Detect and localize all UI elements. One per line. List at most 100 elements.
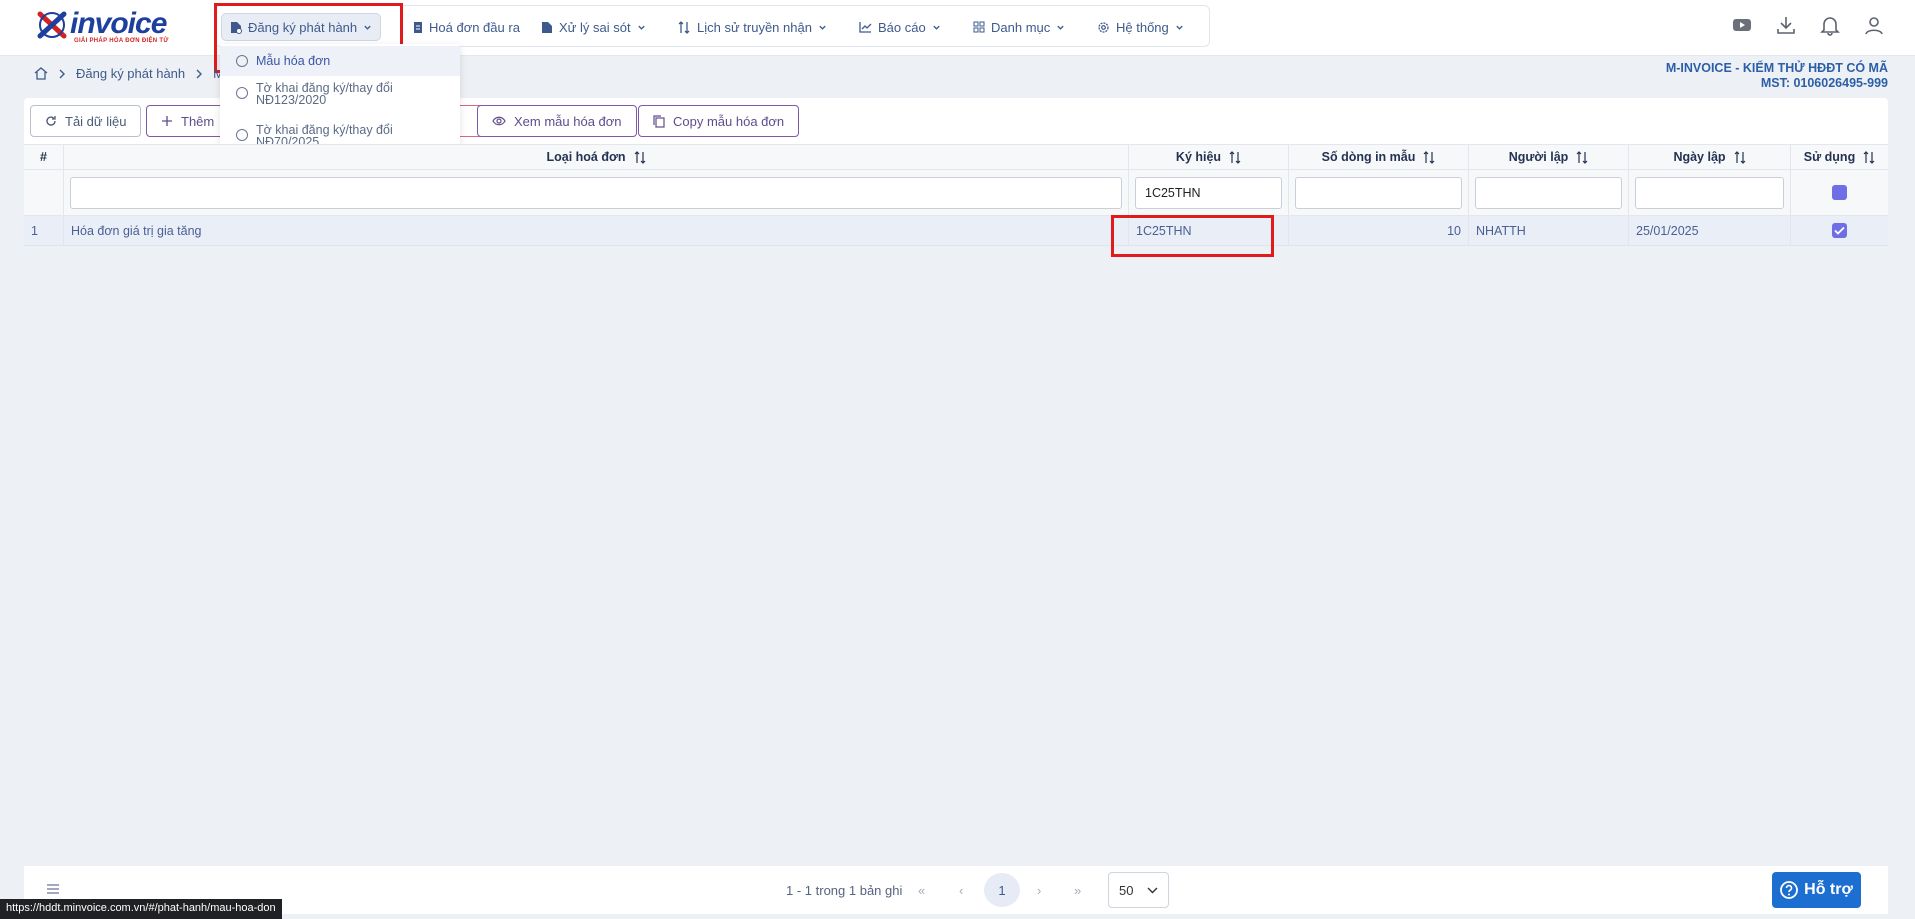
table-row[interactable]: 1 Hóa đơn giá trị gia tăng 1C25THN 10 NH…: [24, 216, 1888, 246]
add-label: Thêm: [181, 113, 215, 129]
dropdown-item-mau-hoa-don[interactable]: Mẫu hóa đơn: [220, 46, 460, 76]
col-loai-hoa-don[interactable]: Loại hoá đơn: [63, 145, 1128, 169]
filter-ngay-lap: [1628, 170, 1790, 215]
chevron-right-icon: [59, 69, 65, 78]
check-icon: [1834, 226, 1845, 235]
chevron-right-icon: [196, 69, 203, 78]
download-icon[interactable]: [1775, 14, 1797, 36]
filter-nguoi-lap: [1468, 170, 1628, 215]
first-page-icon[interactable]: «: [918, 883, 925, 898]
file-warning-icon: [542, 21, 552, 33]
menu-bao-cao[interactable]: Báo cáo: [851, 13, 949, 41]
cell-su-dung: [1790, 216, 1888, 245]
last-page-icon[interactable]: »: [1074, 883, 1081, 898]
filter-loai-input[interactable]: [70, 176, 1122, 209]
user-icon[interactable]: [1863, 14, 1885, 36]
sort-icon[interactable]: [1734, 150, 1746, 164]
company-name: M-INVOICE - KIỂM THỬ HĐĐT CÓ MÃ: [1665, 61, 1888, 75]
su-dung-checkbox[interactable]: [1832, 223, 1847, 238]
chevron-down-icon: [1147, 887, 1158, 894]
cell-loai-hoa-don: Hóa đơn giá trị gia tăng: [63, 216, 1128, 245]
menu-danh-muc[interactable]: Danh mục: [965, 13, 1073, 41]
refresh-icon: [46, 116, 56, 126]
logo-mark-icon: [37, 11, 67, 39]
copy-template-button[interactable]: Copy mẫu hóa đơn: [638, 105, 800, 137]
dropdown-label: Tờ khai đăng ký/thay đổi NĐ123/2020: [256, 81, 393, 107]
filter-nguoi-lap-input[interactable]: [1475, 176, 1622, 209]
bell-icon[interactable]: [1819, 14, 1841, 36]
company-info: M-INVOICE - KIỂM THỬ HĐĐT CÓ MÃ MST: 010…: [1666, 61, 1888, 91]
logo-brand: invoice: [70, 7, 167, 40]
table-filter-row: 1C25THN: [24, 170, 1888, 216]
menu-label: Hệ thống: [1116, 19, 1169, 35]
col-so-dong-in-mau[interactable]: Số dòng in mẫu: [1288, 145, 1468, 169]
menu-label: Hoá đơn đầu ra: [429, 19, 520, 35]
filter-loai-hoa-don: [63, 170, 1128, 215]
invoice-icon: [414, 21, 422, 33]
logo[interactable]: invoice GIẢI PHÁP HÓA ĐƠN ĐIỆN TỬ: [36, 8, 176, 44]
filter-so-dong-input[interactable]: [1295, 176, 1462, 209]
chevron-down-icon: [637, 25, 645, 30]
menu-lich-su-truyen-nhan[interactable]: Lịch sử truyền nhận: [670, 13, 835, 41]
radio-icon: [236, 129, 248, 141]
copy-template-label: Copy mẫu hóa đơn: [673, 113, 785, 129]
dropdown-menu: Mẫu hóa đơn Tờ khai đăng ký/thay đổi NĐ1…: [220, 44, 460, 160]
cell-nguoi-lap: NHATTH: [1468, 216, 1628, 245]
chevron-down-icon: [1176, 25, 1183, 30]
col-ky-hieu[interactable]: Ký hiệu: [1128, 145, 1288, 169]
menu-he-thong[interactable]: Hệ thống: [1089, 13, 1192, 41]
filter-ky-hieu-input[interactable]: 1C25THN: [1135, 176, 1282, 209]
menu-toggle-icon[interactable]: [46, 883, 60, 895]
chart-icon: [859, 22, 872, 33]
menu-label: Báo cáo: [878, 19, 926, 35]
radio-icon: [236, 55, 248, 67]
current-page[interactable]: 1: [984, 873, 1020, 907]
dropdown-item-nd123[interactable]: Tờ khai đăng ký/thay đổi NĐ123/2020: [220, 82, 460, 118]
filter-ngay-lap-input[interactable]: [1635, 176, 1784, 209]
filter-ky-hieu: 1C25THN: [1128, 170, 1288, 215]
copy-icon: [653, 114, 665, 128]
filter-so-dong: [1288, 170, 1468, 215]
youtube-icon[interactable]: [1731, 14, 1753, 36]
filter-su-dung-checkbox[interactable]: [1832, 185, 1847, 200]
view-template-button[interactable]: Xem mẫu hóa đơn: [477, 105, 637, 137]
menu-label: Xử lý sai sót: [559, 19, 631, 35]
support-button[interactable]: Hỗ trợ: [1772, 872, 1861, 908]
company-tax-code: MST: 0106026495-999: [1760, 76, 1888, 90]
eye-icon: [492, 116, 506, 126]
sort-icon[interactable]: [1423, 150, 1435, 164]
menu-hoa-don-dau-ra[interactable]: Hoá đơn đầu ra: [405, 13, 528, 41]
col-nguoi-lap[interactable]: Người lập: [1468, 145, 1628, 169]
sort-icon[interactable]: [634, 150, 646, 164]
menu-xu-ly-sai-sot[interactable]: Xử lý sai sót: [533, 13, 654, 41]
menu-label: Lịch sử truyền nhận: [697, 19, 812, 35]
col-su-dung[interactable]: Sử dụng: [1790, 145, 1888, 169]
grid-icon: [973, 21, 985, 33]
support-label: Hỗ trợ: [1804, 881, 1853, 898]
breadcrumb-level1[interactable]: Đăng ký phát hành: [76, 66, 185, 81]
highlight-box-ky-hieu: [1111, 215, 1274, 257]
prev-page-icon[interactable]: ‹: [959, 883, 963, 898]
logo-tagline: GIẢI PHÁP HÓA ĐƠN ĐIỆN TỬ: [74, 38, 169, 44]
sort-icon[interactable]: [1863, 150, 1875, 164]
pager-bar: 1 - 1 trong 1 bản ghi « ‹ 1 › » 50: [24, 866, 1888, 914]
col-index: #: [40, 150, 47, 164]
sort-icon[interactable]: [1229, 150, 1241, 164]
reload-label: Tải dữ liệu: [65, 113, 127, 129]
next-page-icon[interactable]: ›: [1037, 883, 1041, 898]
reload-button[interactable]: Tải dữ liệu: [30, 105, 142, 137]
page-size-select[interactable]: 50: [1108, 872, 1169, 908]
plus-icon: [162, 116, 172, 126]
dropdown-label: Mẫu hóa đơn: [256, 54, 331, 68]
view-template-label: Xem mẫu hóa đơn: [514, 113, 622, 129]
top-icons: [1731, 14, 1885, 36]
status-bar-url: https://hddt.minvoice.com.vn/#/phat-hanh…: [0, 899, 282, 919]
sort-icon[interactable]: [1576, 150, 1588, 164]
table-header: # Loại hoá đơn Ký hiệu Số dòng in mẫu Ng…: [24, 144, 1888, 170]
filter-index: [24, 170, 63, 215]
col-ngay-lap[interactable]: Ngày lập: [1628, 145, 1790, 169]
sort-arrows-icon: [678, 20, 690, 34]
radio-icon: [236, 87, 248, 99]
home-icon[interactable]: [34, 67, 48, 80]
page-size-value: 50: [1119, 882, 1134, 898]
